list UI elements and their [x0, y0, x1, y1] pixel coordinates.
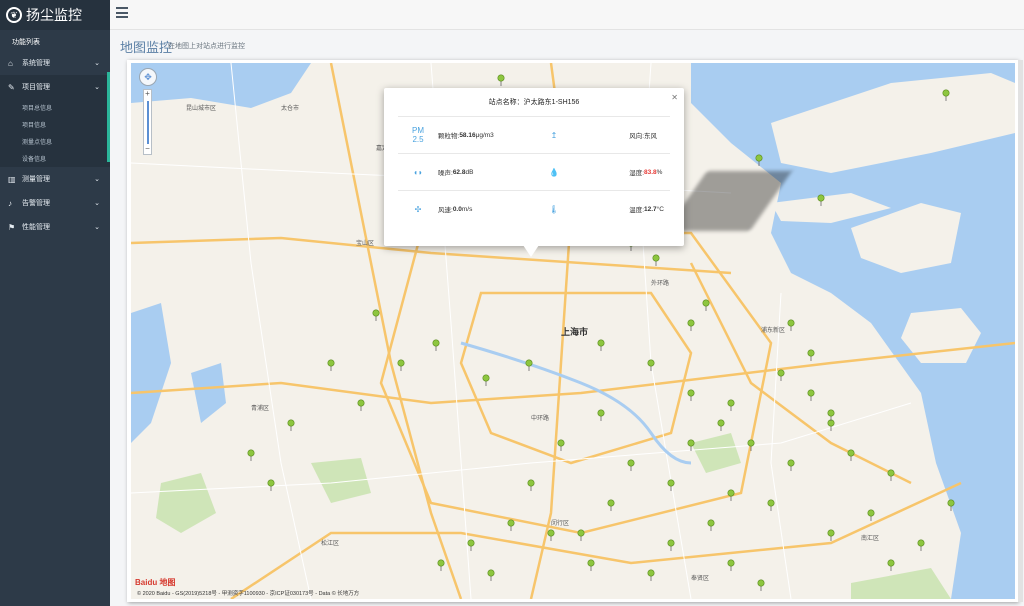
metric-label: 湿度: — [629, 170, 644, 177]
sidebar-item-label: 项目管理 — [22, 84, 50, 91]
zoom-in-button[interactable]: + — [144, 90, 151, 99]
chart-icon: ▥ — [8, 174, 16, 184]
metric-value: 12.7 — [644, 205, 657, 213]
chevron-down-icon: ⌄ — [94, 176, 100, 183]
popup-cell: 🌡 温度: 12.7 °C — [534, 204, 670, 215]
metric-unit: dB — [465, 168, 474, 176]
station-popup: 站点名称：沪太路东1-SH156 ✕ PM 2.5 颗粒物: 58.16 μg/m… — [384, 88, 684, 246]
metric-value: 62.8 — [452, 168, 466, 176]
chevron-down-icon: ⌄ — [94, 60, 100, 67]
popup-row: ◖◗ 噪声: 62.8 dB 💧 湿度: 83.8 % — [398, 153, 670, 190]
sidebar-item-alarm[interactable]: ♪ 告警管理 ⌄ — [0, 191, 110, 215]
active-indicator — [107, 72, 110, 162]
city-label: 上海市 — [561, 327, 589, 337]
metric-value: 东风 — [644, 133, 657, 140]
popup-cell: PM 2.5 颗粒物: 58.16 μg/m3 — [398, 126, 534, 144]
humidity-icon: 💧 — [549, 167, 559, 177]
metric-value: 58.16 — [459, 131, 476, 139]
sidebar-item-project[interactable]: ✎ 项目管理 ⌄ — [0, 75, 110, 99]
metric-unit: μg/m3 — [475, 131, 494, 139]
pan-control-icon[interactable]: ✥ — [139, 68, 157, 86]
bell-icon: ♪ — [8, 198, 12, 208]
popup-row: PM 2.5 颗粒物: 58.16 μg/m3 ↥ 风向: 东风 — [398, 116, 670, 153]
page-subtitle: 在地图上对站点进行监控 — [168, 43, 245, 50]
noise-icon: ◖◗ — [413, 167, 423, 177]
sidebar-subitem-measure-point[interactable]: 测量点信息 — [0, 133, 110, 150]
pm25-icon: PM 2.5 — [412, 126, 424, 144]
sidebar-subitem-device[interactable]: 设备信息 — [0, 150, 110, 167]
popup-tail — [523, 245, 539, 257]
metric-unit: m/s — [461, 205, 473, 213]
map-place-label: 浦东新区 — [761, 328, 786, 334]
metric-value: 0.0 — [452, 205, 462, 213]
sidebar-item-performance[interactable]: ⚑ 性能管理 ⌄ — [0, 215, 110, 239]
map-place-label: 闵行区 — [551, 521, 570, 527]
map-place-label: 外环路 — [651, 281, 670, 287]
wind-speed-icon: ✣ — [414, 204, 422, 214]
metric-label: 温度: — [629, 207, 644, 214]
zoom-slider[interactable] — [147, 101, 149, 144]
sidebar-item-measure[interactable]: ▥ 测量管理 ⌄ — [0, 167, 110, 191]
map-copyright: © 2020 Baidu - GS(2019)5218号 - 甲测资字11009… — [137, 591, 360, 597]
sidebar-item-label: 系统管理 — [22, 60, 50, 67]
sidebar-item-system[interactable]: ⌂ 系统管理 ⌄ — [0, 51, 110, 75]
sidebar-subitem-project-info[interactable]: 项目信息 — [0, 116, 110, 133]
metric-unit: °C — [656, 205, 664, 213]
popup-title: 站点名称：沪太路东1-SH156 — [488, 99, 580, 106]
chevron-down-icon: ⌄ — [94, 84, 100, 91]
map-place-label: 南汇区 — [861, 536, 880, 542]
menu-toggle-icon[interactable] — [116, 7, 128, 18]
map-place-label: 青浦区 — [251, 406, 270, 412]
metric-label: 噪声: — [438, 170, 453, 177]
home-icon: ⌂ — [8, 58, 13, 68]
zoom-out-button[interactable]: − — [144, 145, 151, 154]
section-label: 功能列表 — [12, 39, 40, 46]
edit-icon: ✎ — [8, 82, 15, 92]
popup-cell: 💧 湿度: 83.8 % — [534, 167, 670, 178]
metric-label: 风速: — [438, 207, 453, 214]
chevron-down-icon: ⌄ — [94, 224, 100, 231]
baidu-logo[interactable]: Baidu 地图 — [135, 577, 175, 588]
metric-label: 颗粒物: — [438, 133, 460, 140]
thermometer-icon: 🌡 — [548, 204, 560, 214]
brand[interactable]: ❦ 扬尘监控 — [0, 0, 110, 30]
zoom-control[interactable]: + − — [143, 89, 152, 155]
scrollbar[interactable] — [1018, 60, 1023, 602]
map-place-label: 奉贤区 — [691, 576, 710, 582]
map-frame: 昆山城市区 太仓市 嘉定区 宝山区 浦东新区 青浦区 松江区 闵行区 南汇区 奉… — [127, 60, 1018, 602]
popup-cell: ✣ 风速: 0.0 m/s — [398, 204, 534, 215]
map-place-label: 松江区 — [321, 541, 340, 547]
chevron-down-icon: ⌄ — [94, 200, 100, 207]
sidebar-item-label: 测量管理 — [22, 176, 50, 183]
popup-row: ✣ 风速: 0.0 m/s 🌡 温度: 12.7 °C — [398, 190, 670, 227]
page-title: 地图监控 — [120, 40, 173, 55]
leaf-logo-icon: ❦ — [6, 7, 22, 23]
metric-label: 风向: — [629, 133, 644, 140]
close-icon[interactable]: ✕ — [671, 93, 678, 102]
sidebar: ❦ 扬尘监控 功能列表 ⌂ 系统管理 ⌄ ✎ 项目管理 ⌄ 项目总信息 项目信息… — [0, 0, 110, 606]
map-place-label: 太仓市 — [281, 106, 300, 112]
popup-cell: ↥ 风向: 东风 — [534, 130, 670, 141]
topbar — [110, 0, 1024, 30]
sidebar-subitem-project-summary[interactable]: 项目总信息 — [0, 99, 110, 116]
map-place-label: 宝山区 — [356, 241, 375, 247]
map-place-label: 昆山城市区 — [186, 106, 217, 112]
flag-icon: ⚑ — [8, 222, 16, 232]
popup-grid: PM2.5 颗粒物: 58.16 μg/m3 ↥ 风向: 东风 ◖◗ 噪声: — [398, 116, 670, 227]
metric-unit: % — [656, 168, 663, 176]
metric-value: 83.8 — [644, 168, 657, 176]
sidebar-item-label: 性能管理 — [22, 224, 50, 231]
wind-direction-icon: ↥ — [550, 130, 558, 140]
map-place-label: 中环路 — [531, 416, 550, 422]
sidebar-item-label: 告警管理 — [22, 200, 50, 207]
map-canvas[interactable]: 昆山城市区 太仓市 嘉定区 宝山区 浦东新区 青浦区 松江区 闵行区 南汇区 奉… — [131, 63, 1015, 599]
app-title: 扬尘监控 — [26, 7, 82, 23]
popup-cell: ◖◗ 噪声: 62.8 dB — [398, 167, 534, 178]
